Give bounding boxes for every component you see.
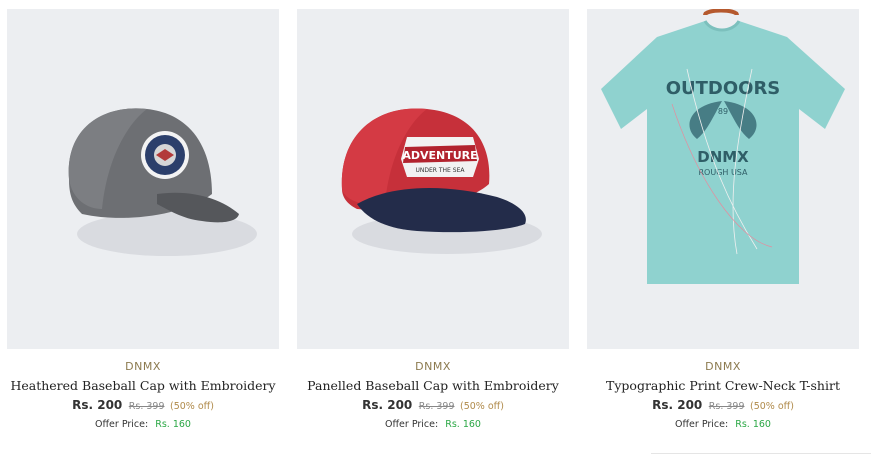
offer-row: Offer Price: Rs. 160 <box>7 419 279 430</box>
product-discount: (50% off) <box>460 401 504 412</box>
cap-patch-subtext: UNDER THE SEA <box>416 167 466 174</box>
print-text-year: 89 <box>718 107 728 116</box>
offer-label: Offer Price: <box>675 419 729 430</box>
offer-row: Offer Price: Rs. 160 <box>297 419 569 430</box>
product-discount: (50% off) <box>750 401 794 412</box>
product-image[interactable]: ADVENTURE UNDER THE SEA <box>297 9 569 349</box>
offer-price: Rs. 160 <box>735 419 771 430</box>
price-row: Rs. 200 Rs. 399 (50% off) <box>587 398 859 412</box>
product-card[interactable]: DNMX Heathered Baseball Cap with Embroid… <box>7 9 279 430</box>
product-brand: DNMX <box>415 360 451 373</box>
product-card[interactable]: ADVENTURE UNDER THE SEA DNMX Panelled Ba… <box>297 9 569 430</box>
product-price: Rs. 200 <box>362 398 413 412</box>
price-row: Rs. 200 Rs. 399 (50% off) <box>297 398 569 412</box>
print-text-rough: ROUGH USA <box>698 168 748 177</box>
product-mrp: Rs. 399 <box>708 401 745 412</box>
grey-cap-image <box>68 108 257 256</box>
product-discount: (50% off) <box>170 401 214 412</box>
product-title[interactable]: Heathered Baseball Cap with Embroidery <box>7 378 279 393</box>
product-image[interactable] <box>7 9 279 349</box>
cap-patch-text: ADVENTURE <box>402 149 477 162</box>
print-text-dnmx: DNMX <box>697 148 749 166</box>
product-mrp: Rs. 399 <box>128 401 165 412</box>
product-title[interactable]: Typographic Print Crew-Neck T-shirt <box>587 378 859 393</box>
bottom-divider <box>651 453 871 454</box>
product-title[interactable]: Panelled Baseball Cap with Embroidery <box>297 378 569 393</box>
product-card[interactable]: OUTDOORS 89 DNMX ROUGH USA DNMX Typograp… <box>587 9 859 430</box>
product-mrp: Rs. 399 <box>418 401 455 412</box>
price-row: Rs. 200 Rs. 399 (50% off) <box>7 398 279 412</box>
product-brand: DNMX <box>705 360 741 373</box>
offer-row: Offer Price: Rs. 160 <box>587 419 859 430</box>
product-image[interactable]: OUTDOORS 89 DNMX ROUGH USA <box>587 9 859 349</box>
teal-tshirt-image: OUTDOORS 89 DNMX ROUGH USA <box>601 9 845 284</box>
offer-label: Offer Price: <box>385 419 439 430</box>
product-brand: DNMX <box>125 360 161 373</box>
print-text-outdoors: OUTDOORS <box>666 78 781 99</box>
offer-price: Rs. 160 <box>155 419 191 430</box>
red-navy-cap-image: ADVENTURE UNDER THE SEA <box>341 108 542 254</box>
offer-price: Rs. 160 <box>445 419 481 430</box>
offer-label: Offer Price: <box>95 419 149 430</box>
product-price: Rs. 200 <box>652 398 703 412</box>
product-grid: DNMX Heathered Baseball Cap with Embroid… <box>0 0 873 457</box>
product-price: Rs. 200 <box>72 398 123 412</box>
